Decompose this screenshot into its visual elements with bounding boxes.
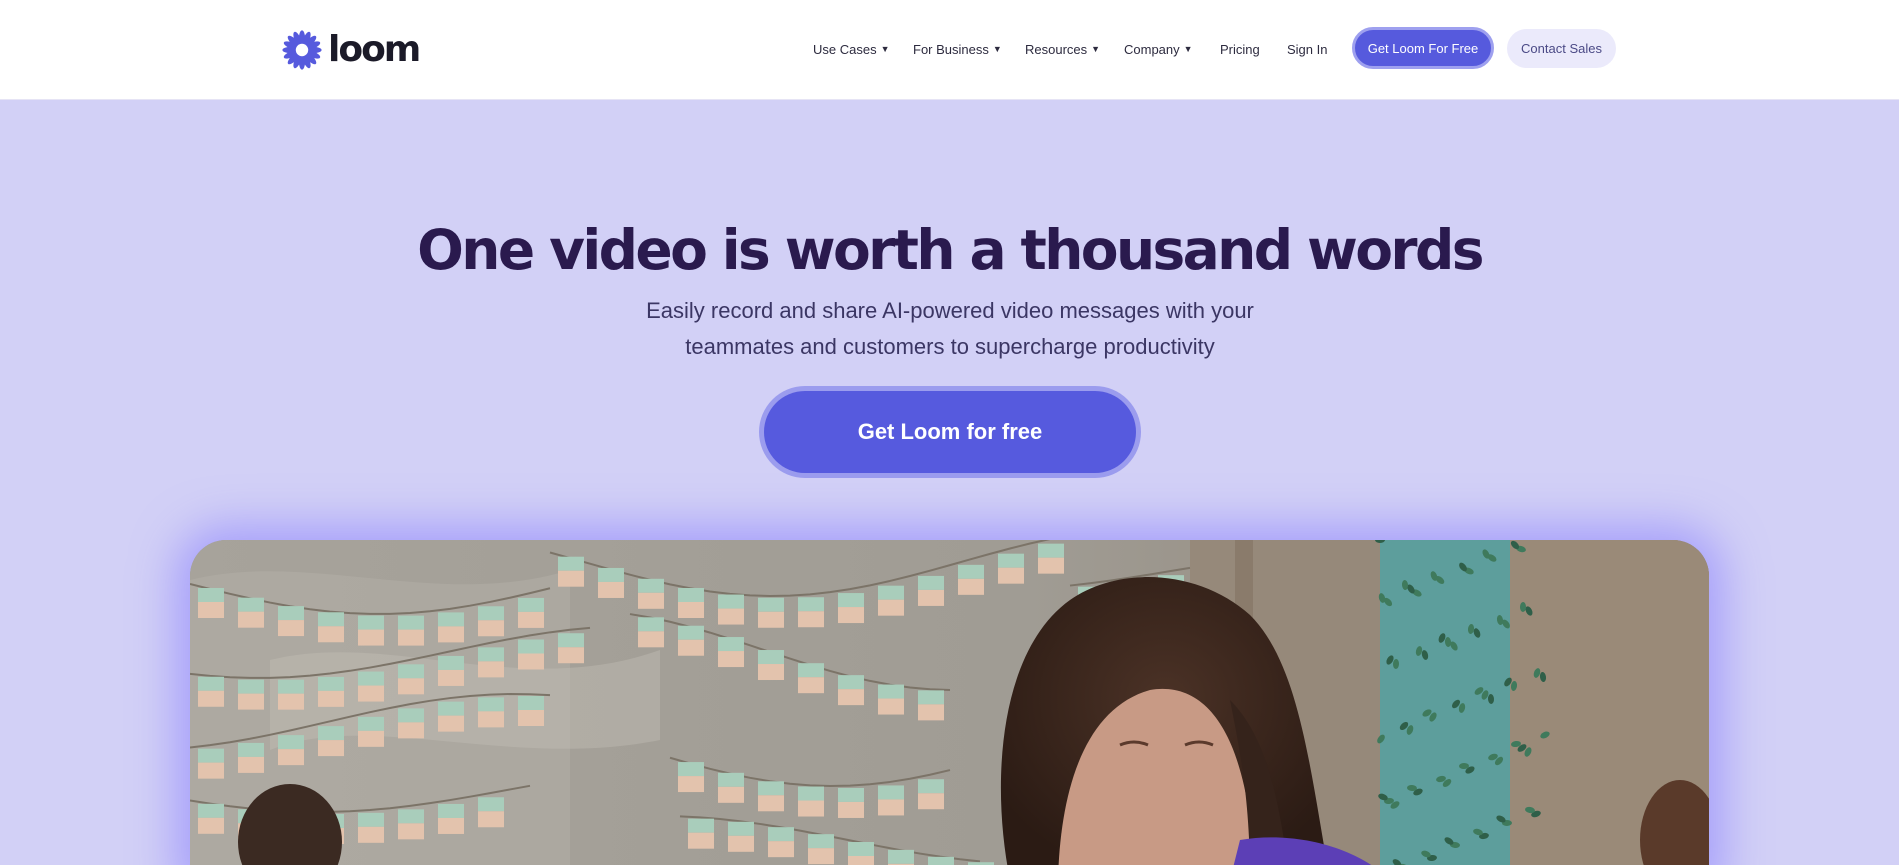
main-nav-company: Company ▼ bbox=[1124, 36, 1193, 62]
main-nav-business: For Business ▼ bbox=[913, 36, 1002, 62]
nav-resources[interactable]: Resources ▼ bbox=[1025, 42, 1100, 57]
hero-video[interactable] bbox=[190, 540, 1709, 865]
nav-for-business[interactable]: For Business ▼ bbox=[913, 42, 1002, 57]
nav-label: Use Cases bbox=[813, 41, 877, 57]
logo-wordmark: loom bbox=[328, 29, 421, 70]
contact-sales-button[interactable]: Contact Sales bbox=[1507, 29, 1616, 68]
hero-subtitle-line-2: teammates and customers to supercharge p… bbox=[685, 334, 1215, 359]
top-navigation-bar: loom Use Cases ▼ For Business ▼ Resource… bbox=[0, 0, 1899, 100]
nav-label: Company bbox=[1124, 41, 1180, 57]
get-loom-free-nav-button[interactable]: Get Loom For Free bbox=[1352, 27, 1494, 69]
caret-down-icon: ▼ bbox=[992, 43, 1002, 54]
main-nav-pricing: Pricing bbox=[1220, 36, 1260, 62]
hero-subtitle: Easily record and share AI-powered video… bbox=[620, 293, 1280, 365]
nav-sign-in[interactable]: Sign In bbox=[1287, 42, 1327, 57]
nav-pricing[interactable]: Pricing bbox=[1220, 42, 1260, 57]
nav-label: Pricing bbox=[1220, 41, 1260, 57]
hero-button-label: Get Loom for free bbox=[764, 391, 1136, 473]
nav-company[interactable]: Company ▼ bbox=[1124, 42, 1193, 57]
hero-subtitle-line-1: Easily record and share AI-powered video… bbox=[646, 298, 1254, 323]
main-nav-sign-in: Sign In bbox=[1287, 36, 1327, 62]
nav-use-cases[interactable]: Use Cases ▼ bbox=[813, 42, 890, 57]
loom-starburst-icon bbox=[282, 30, 322, 70]
video-frame bbox=[190, 540, 1709, 865]
main-nav: Use Cases ▼ bbox=[813, 36, 890, 62]
caret-down-icon: ▼ bbox=[880, 43, 890, 54]
caret-down-icon: ▼ bbox=[1091, 43, 1101, 54]
caret-down-icon: ▼ bbox=[1183, 43, 1193, 54]
get-loom-free-hero-button[interactable]: Get Loom for free bbox=[759, 386, 1141, 478]
nav-label: For Business bbox=[913, 41, 989, 57]
loom-logo[interactable]: loom bbox=[282, 28, 421, 72]
nav-label: Resources bbox=[1025, 41, 1088, 57]
main-nav-resources: Resources ▼ bbox=[1025, 36, 1100, 62]
hero-title: One video is worth a thousand words bbox=[417, 218, 1484, 282]
nav-label: Sign In bbox=[1287, 41, 1328, 57]
